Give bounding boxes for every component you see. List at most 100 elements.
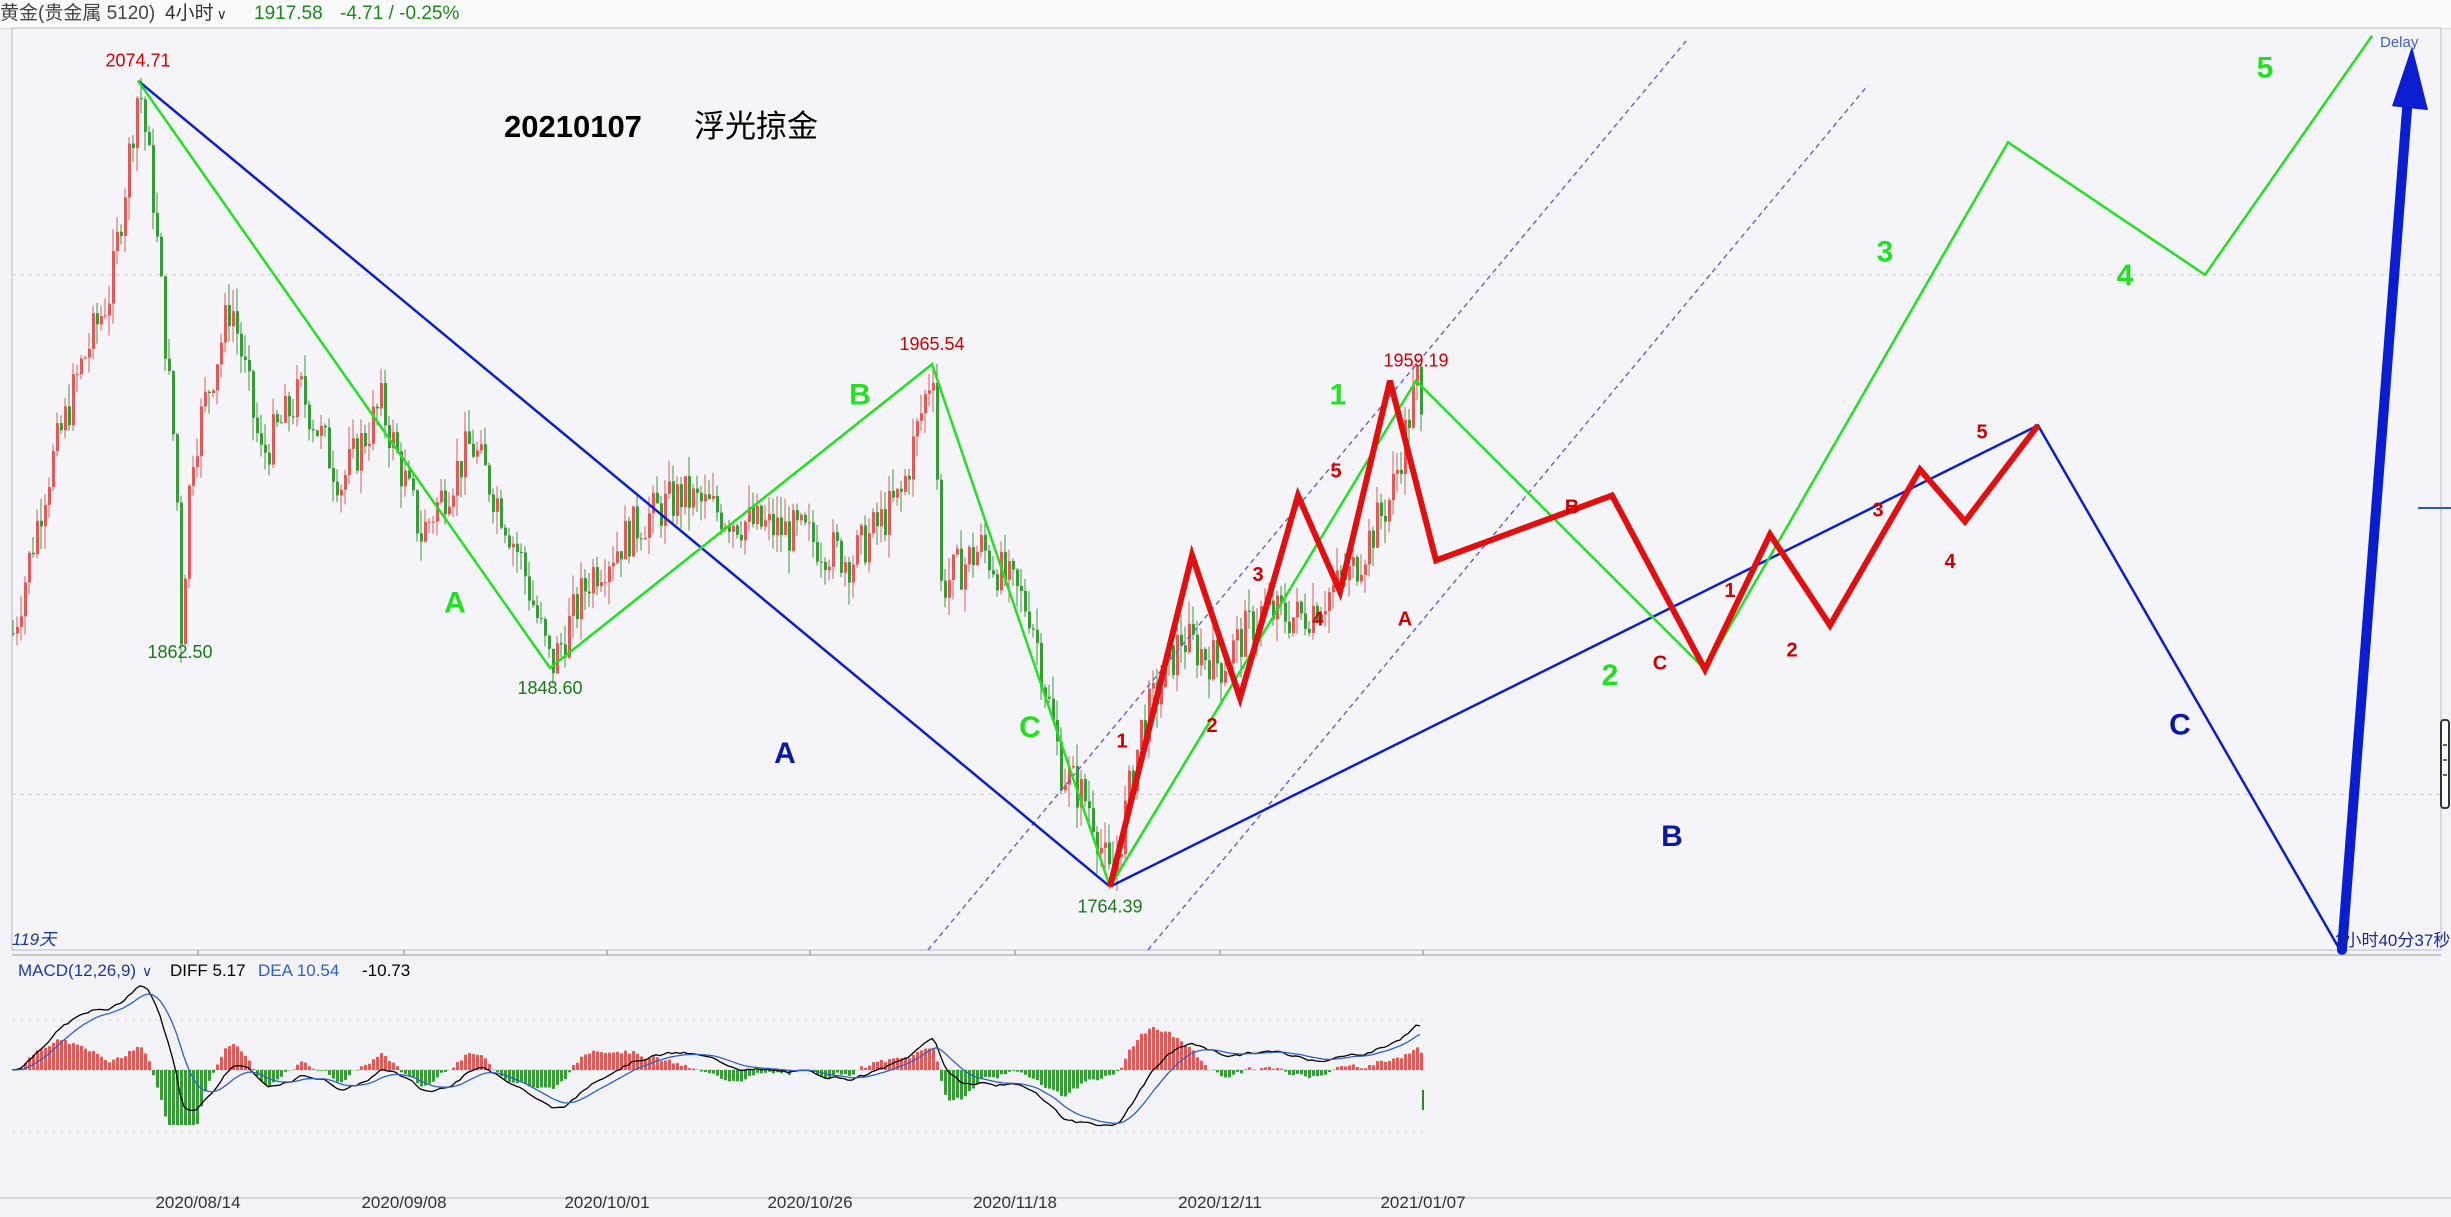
macd-bar [1036,1070,1039,1081]
macd-bar [1376,1061,1379,1070]
macd-bar [48,1046,51,1070]
candle-body [1012,560,1015,570]
candle-body [536,605,539,618]
candle-body [332,468,335,482]
macd-bar [1320,1070,1323,1076]
macd-bar [240,1051,243,1070]
candle-body [248,359,251,372]
macd-bar [728,1070,731,1082]
candle-body [192,467,195,486]
candle-body [144,99,147,132]
candle-body [128,143,131,198]
macd-bar [540,1070,543,1088]
candle-body [680,484,683,508]
candle-body [236,311,239,334]
wave-label: 1 [1724,580,1735,602]
macd-bar [388,1060,391,1070]
macd-bar [1112,1070,1115,1075]
right-scrollbar[interactable] [2440,719,2450,809]
candle-body [912,436,915,480]
wave-label: 4 [2117,259,2134,292]
candle-body [196,456,199,468]
macd-bar [852,1070,855,1075]
macd-bar [1420,1052,1423,1070]
candle-body [376,406,379,409]
macd-bar [44,1047,47,1070]
candle-body [60,423,63,431]
candle-body [548,635,551,649]
candle-body [420,533,423,542]
macd-bar [1180,1041,1183,1070]
candle-body [428,521,431,523]
candle-body [440,490,443,503]
macd-bar [104,1060,107,1070]
macd-bar [1152,1026,1155,1070]
macd-title[interactable]: MACD(12,26,9) [18,961,136,980]
macd-bar [1328,1070,1331,1073]
candle-body [28,552,31,583]
macd-bar [392,1062,395,1070]
delay-badge: Delay [2380,34,2419,51]
macd-bar [1060,1070,1063,1097]
wave-label: 3 [1252,564,1263,586]
candle-body [860,525,863,536]
macd-bar [124,1056,127,1070]
candle-body [240,333,243,357]
macd-bar [1080,1070,1083,1084]
macd-bar [308,1066,311,1070]
macd-bar [1136,1040,1139,1070]
candle-body [1084,779,1087,802]
candle-body [280,422,283,424]
macd-bar [544,1070,547,1088]
macd-bar [1232,1070,1235,1075]
macd-bar [676,1063,679,1070]
macd-bar [144,1053,147,1070]
candle-body [1368,530,1371,565]
candle-body [168,358,171,372]
candle-body [676,484,679,516]
macd-bar [1032,1070,1035,1079]
candle-body [508,535,511,548]
price-chart[interactable]: 2074.71 1862.50 1848.60 1965.54 1764.39 1959.… [0,0,2451,1217]
candle-body [756,505,759,525]
candle-body [132,143,135,149]
candle-body [504,527,507,536]
macd-bar [156,1070,159,1088]
candle-body [900,488,903,492]
x-tick-label: 2020/08/14 [155,1193,240,1212]
macd-bar [1168,1031,1171,1070]
macd-bar [96,1053,99,1070]
macd-bar [340,1070,343,1083]
candle-body [776,517,779,536]
macd-bar [344,1070,347,1081]
candle-body [920,413,923,421]
candle-body [596,567,599,587]
macd-bar [872,1062,875,1070]
candle-body [24,582,27,617]
candle-body [272,414,275,465]
candle-body [288,396,291,417]
candle-body [540,617,543,620]
macd-bar [468,1053,471,1070]
candle-body [592,567,595,594]
candle-body [232,311,235,327]
macd-bar [320,1070,323,1071]
macd-bar [1264,1067,1267,1070]
macd-bar [1072,1070,1075,1089]
macd-bar [168,1070,171,1125]
candle-body [372,406,375,444]
macd-bar [456,1062,459,1070]
macd-chevron-down-icon[interactable]: ∨ [142,963,152,979]
macd-bar [188,1070,191,1125]
macd-bar [496,1070,499,1072]
macd-bar [364,1064,367,1070]
wave-label: A [444,586,466,619]
candle-body [516,543,519,552]
candle-body [464,431,467,478]
macd-bar [452,1067,455,1070]
macd-bar [1004,1070,1007,1075]
candle-body [556,643,559,674]
macd-bar [88,1051,91,1070]
candle-body [220,342,223,365]
candle-body [1036,629,1039,643]
